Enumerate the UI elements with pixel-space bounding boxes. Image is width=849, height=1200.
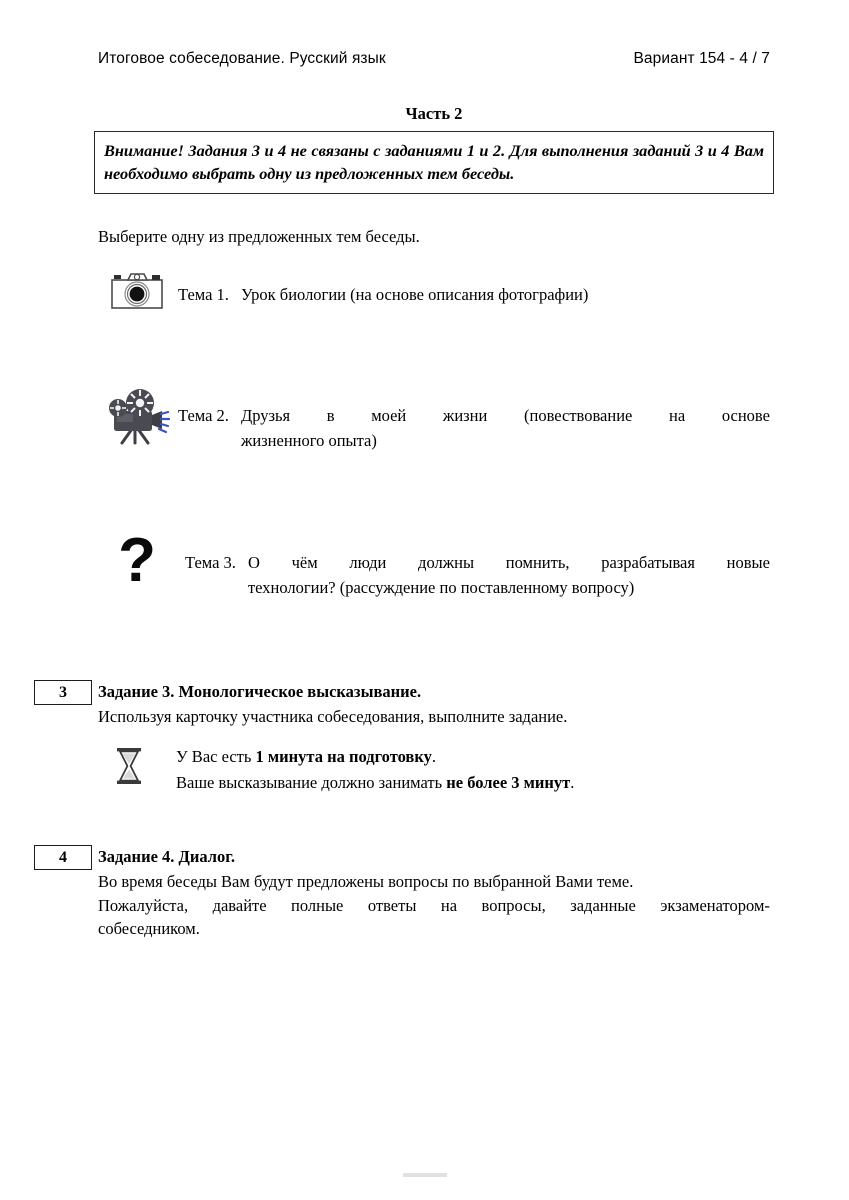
header-left-title: Итоговое собеседование. Русский язык (98, 50, 386, 67)
scan-artifact (403, 1173, 447, 1177)
speak-suffix: . (570, 773, 575, 793)
theme-2-label: Тема 2. (178, 406, 229, 425)
attention-box: Внимание! Задания 3 и 4 не связаны с зад… (94, 131, 774, 195)
task-3-heading: Задание 3. Монологическое высказывание. (98, 682, 422, 701)
task-4-line-3: собеседником. (98, 919, 200, 939)
theme-1-text-cell: Тема 1. Урок биологии (на основе описани… (178, 282, 770, 307)
prep-suffix: . (431, 747, 436, 766)
task-3-body: Задание 3. Монологическое высказывание. … (98, 680, 770, 729)
task-4-paragraph: Во время беседы Вам будут предложены воп… (98, 870, 770, 941)
attention-text: Внимание! Задания 3 и 4 не связаны с зад… (104, 141, 764, 184)
document-page: Итоговое собеседование. Русский язык Вар… (0, 0, 849, 1200)
page-header: Итоговое собеседование. Русский язык Вар… (98, 50, 770, 68)
question-mark-glyph: ? (118, 526, 156, 595)
theme-3-text-line-2: технологии? (рассуждение по поставленном… (247, 578, 635, 598)
theme-2-text-line-2: жизненного опыта) (240, 431, 377, 451)
speaking-time-line: Ваше высказывание должно занимать не бол… (176, 770, 770, 796)
part-title: Часть 2 (405, 104, 463, 123)
preparation-time-line: У Вас есть 1 минута на подготовку. (176, 744, 770, 770)
task-3-number-box: 3 (34, 680, 92, 705)
task-4-line-2: Пожалуйста, давайте полные ответы на вопросы,… (98, 895, 770, 915)
theme-1-label: Тема 1. (178, 285, 229, 304)
theme-2-text-cell: Тема 2. Друзья в моей жизни (повествование на… (178, 403, 770, 453)
question-mark-icon: ? (98, 526, 176, 595)
theme-1-text: Урок биологии (на основе описания фотогр… (240, 285, 589, 304)
task-3-instruction: Используя карточку участника собеседован… (98, 706, 568, 726)
hourglass-icon (112, 746, 146, 791)
prep-duration: 1 минута на подготовку (255, 747, 432, 766)
theme-3-text-cell: Тема 3. Очём люди должны помнить, разрабатыв… (185, 550, 770, 600)
task-3-timing-lines: У Вас есть 1 минута на подготовку. Ваше … (176, 744, 770, 796)
speak-duration: не более 3 минут (446, 773, 571, 793)
camera-icon (98, 268, 176, 312)
lead-instruction: Выберите одну из предложенных тем беседы… (98, 227, 420, 246)
film-projector-icon (98, 385, 176, 445)
task-4-heading: Задание 4. Диалог. (98, 847, 236, 866)
prep-prefix: У Вас есть (176, 747, 256, 766)
theme-2-text-line-1: Друзья в моей жизни (повествование на основе (240, 406, 770, 425)
header-variant-label: Вариант 154 - 4 / 7 (633, 50, 770, 67)
speak-prefix: Ваше высказывание должно занимать (176, 773, 447, 793)
task-4-number-box: 4 (34, 845, 92, 870)
task-4-body: Задание 4. Диалог. Во время беседы Вам б… (98, 845, 770, 941)
task-4-line-1: Во время беседы Вам будут предложены воп… (98, 871, 634, 891)
theme-3-label: Тема 3. (185, 553, 236, 572)
theme-3-text-line-1: Очём люди должны помнить, разрабатывая новые (247, 553, 770, 572)
